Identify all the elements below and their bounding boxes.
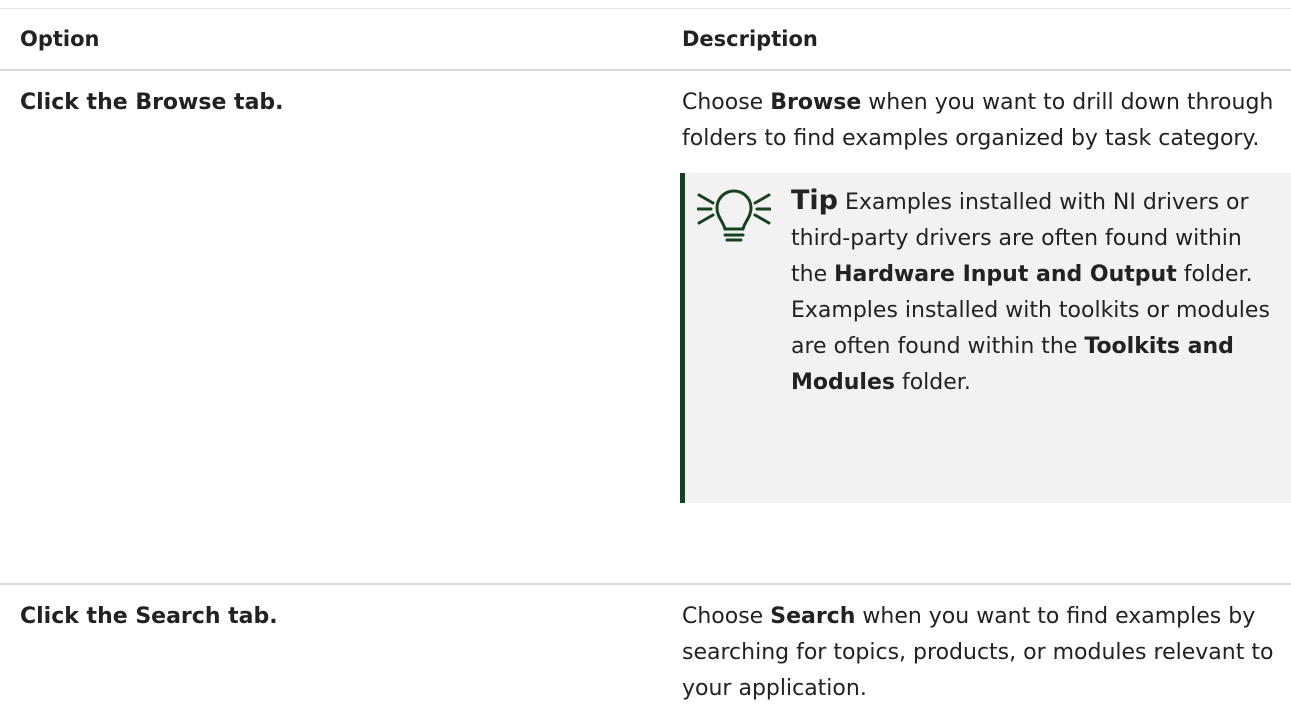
description-bold: Search — [770, 604, 856, 629]
option-cell-browse: Click the Browse tab. — [0, 70, 670, 585]
table-header-row: Option Description — [0, 8, 1291, 71]
options-table: Option Description Click the Browse tab.… — [0, 8, 1291, 707]
tip-label: Tip — [791, 185, 838, 216]
description-text-browse: Choose Browse when you want to drill dow… — [682, 85, 1291, 157]
tip-text: Tip Examples installed with NI drivers o… — [791, 183, 1278, 401]
option-cell-search: Click the Search tab. — [20, 604, 278, 629]
description-pre: Choose — [682, 90, 771, 115]
tip-callout: Tip Examples installed with NI drivers o… — [680, 173, 1291, 503]
table-row-browse: Click the Browse tab. Choose Browse when… — [0, 70, 1291, 585]
table-row-search: Click the Search tab. Choose Search when… — [0, 584, 1291, 707]
description-bold: Browse — [770, 90, 862, 115]
description-text-search: Choose Search when you want to find exam… — [682, 599, 1291, 707]
lightbulb-icon — [697, 189, 771, 242]
description-cell-browse: Choose Browse when you want to drill dow… — [670, 70, 1291, 585]
header-description: Description — [670, 8, 1291, 71]
tip-bold-1: Hardware Input and Output — [834, 262, 1177, 287]
tip-text-3: folder. — [894, 370, 971, 395]
description-pre: Choose — [682, 604, 771, 629]
header-option: Option — [0, 8, 670, 71]
description-cell-search: Choose Search when you want to find exam… — [670, 584, 1291, 707]
